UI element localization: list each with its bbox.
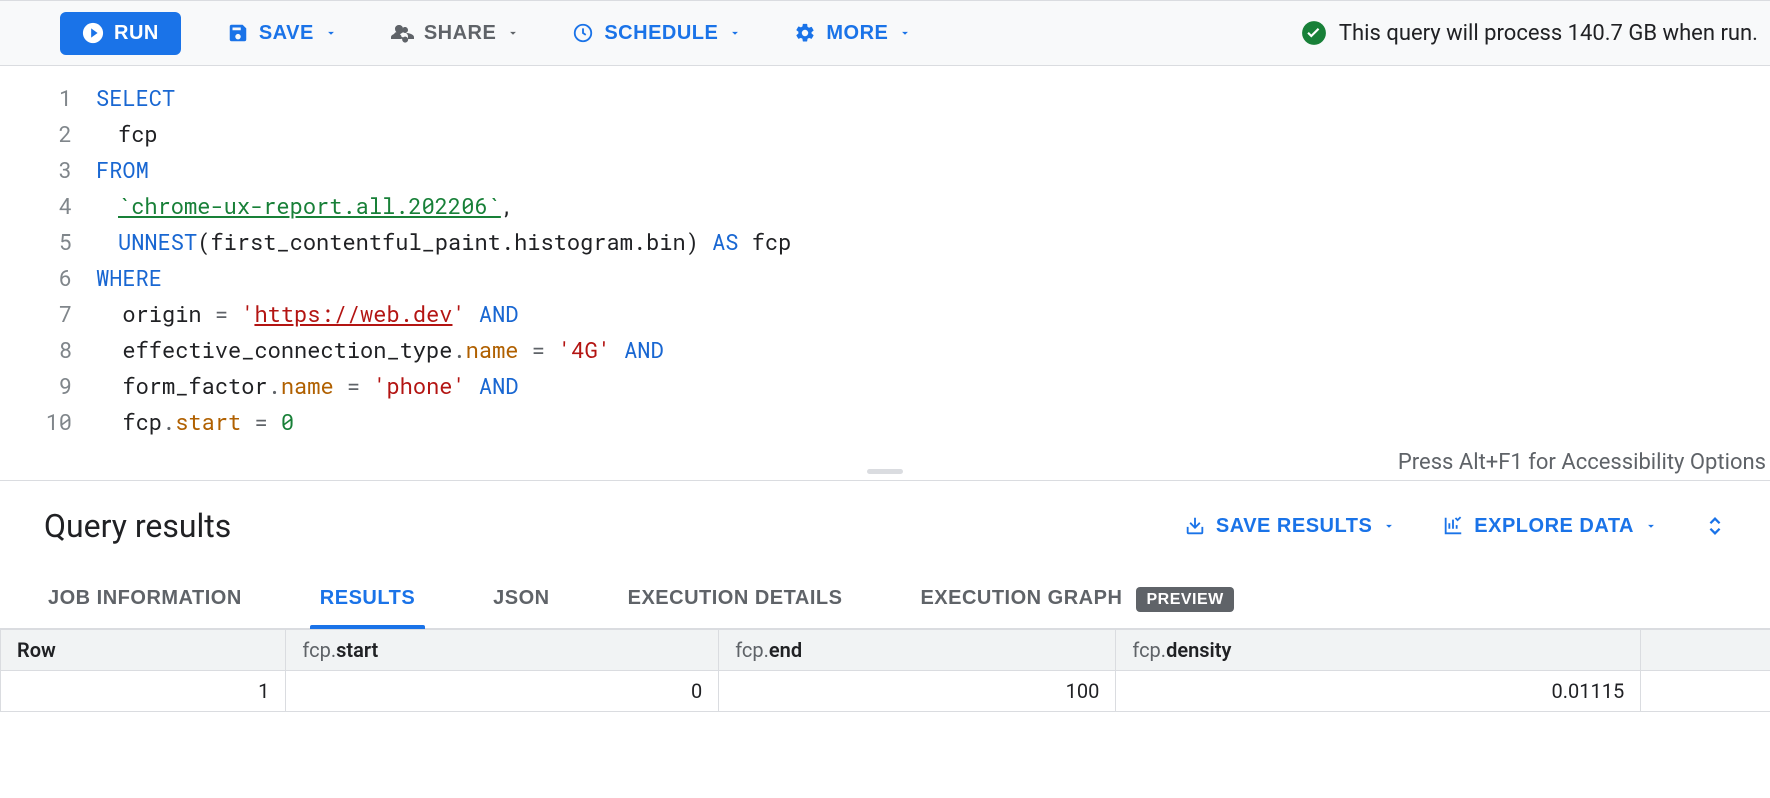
run-button[interactable]: RUN [60, 12, 181, 55]
expand-collapse-button[interactable] [1704, 512, 1726, 540]
query-status: This query will process 140.7 GB when ru… [1301, 20, 1762, 46]
tab-execution-graph-label: EXECUTION GRAPH [920, 587, 1122, 609]
results-tabs: JOB INFORMATION RESULTS JSON EXECUTION D… [0, 563, 1770, 629]
preview-badge: PREVIEW [1136, 587, 1233, 612]
explore-data-button[interactable]: EXPLORE DATA [1442, 515, 1658, 538]
share-icon [390, 21, 414, 45]
save-results-label: SAVE RESULTS [1216, 515, 1372, 538]
code-area[interactable]: SELECTfcpFROM`chrome-ux-report.all.20220… [96, 66, 1770, 440]
dropdown-icon [506, 26, 520, 40]
column-header: fcp.end [719, 630, 1116, 671]
table-header-row: Rowfcp.startfcp.endfcp.density [1, 630, 1770, 671]
chart-icon [1442, 515, 1464, 537]
tab-job-information[interactable]: JOB INFORMATION [44, 573, 246, 628]
dropdown-icon [728, 26, 742, 40]
table-body: 101000.01115 [1, 671, 1770, 712]
share-label: SHARE [424, 22, 497, 45]
dropdown-icon [324, 26, 338, 40]
schedule-icon [572, 22, 594, 44]
column-header: Row [1, 630, 286, 671]
table-row[interactable]: 101000.01115 [1, 671, 1770, 712]
line-gutter: 12345678910 [0, 66, 96, 440]
save-button[interactable]: SAVE [221, 14, 344, 53]
column-header: fcp.density [1116, 630, 1641, 671]
dropdown-icon [1382, 519, 1396, 533]
tab-json[interactable]: JSON [489, 573, 553, 628]
resize-handle[interactable] [867, 469, 903, 474]
share-button[interactable]: SHARE [384, 13, 527, 53]
save-icon [227, 22, 249, 44]
more-button[interactable]: MORE [788, 14, 918, 53]
accessibility-hint: Press Alt+F1 for Accessibility Options [1398, 445, 1766, 481]
tab-execution-graph[interactable]: EXECUTION GRAPH PREVIEW [916, 573, 1237, 628]
tab-execution-details[interactable]: EXECUTION DETAILS [624, 573, 847, 628]
play-icon [82, 22, 104, 44]
tab-results[interactable]: RESULTS [316, 573, 419, 628]
status-text: This query will process 140.7 GB when ru… [1339, 21, 1758, 46]
dropdown-icon [1644, 519, 1658, 533]
column-header: fcp.start [286, 630, 719, 671]
results-header: Query results SAVE RESULTS EXPLORE DATA [0, 481, 1770, 563]
more-label: MORE [826, 22, 888, 45]
run-label: RUN [114, 22, 159, 45]
save-label: SAVE [259, 22, 314, 45]
sql-editor[interactable]: 12345678910 SELECTfcpFROM`chrome-ux-repo… [0, 66, 1770, 481]
results-title: Query results [44, 507, 231, 545]
explore-data-label: EXPLORE DATA [1474, 515, 1634, 538]
dropdown-icon [898, 26, 912, 40]
unfold-icon [1704, 512, 1726, 540]
schedule-button[interactable]: SCHEDULE [566, 14, 748, 53]
download-icon [1184, 515, 1206, 537]
gear-icon [794, 22, 816, 44]
toolbar: RUN SAVE SHARE SCHEDULE MORE This query … [0, 0, 1770, 66]
check-circle-icon [1301, 20, 1327, 46]
save-results-button[interactable]: SAVE RESULTS [1184, 515, 1396, 538]
schedule-label: SCHEDULE [604, 22, 718, 45]
results-table: Rowfcp.startfcp.endfcp.density 101000.01… [0, 629, 1770, 712]
